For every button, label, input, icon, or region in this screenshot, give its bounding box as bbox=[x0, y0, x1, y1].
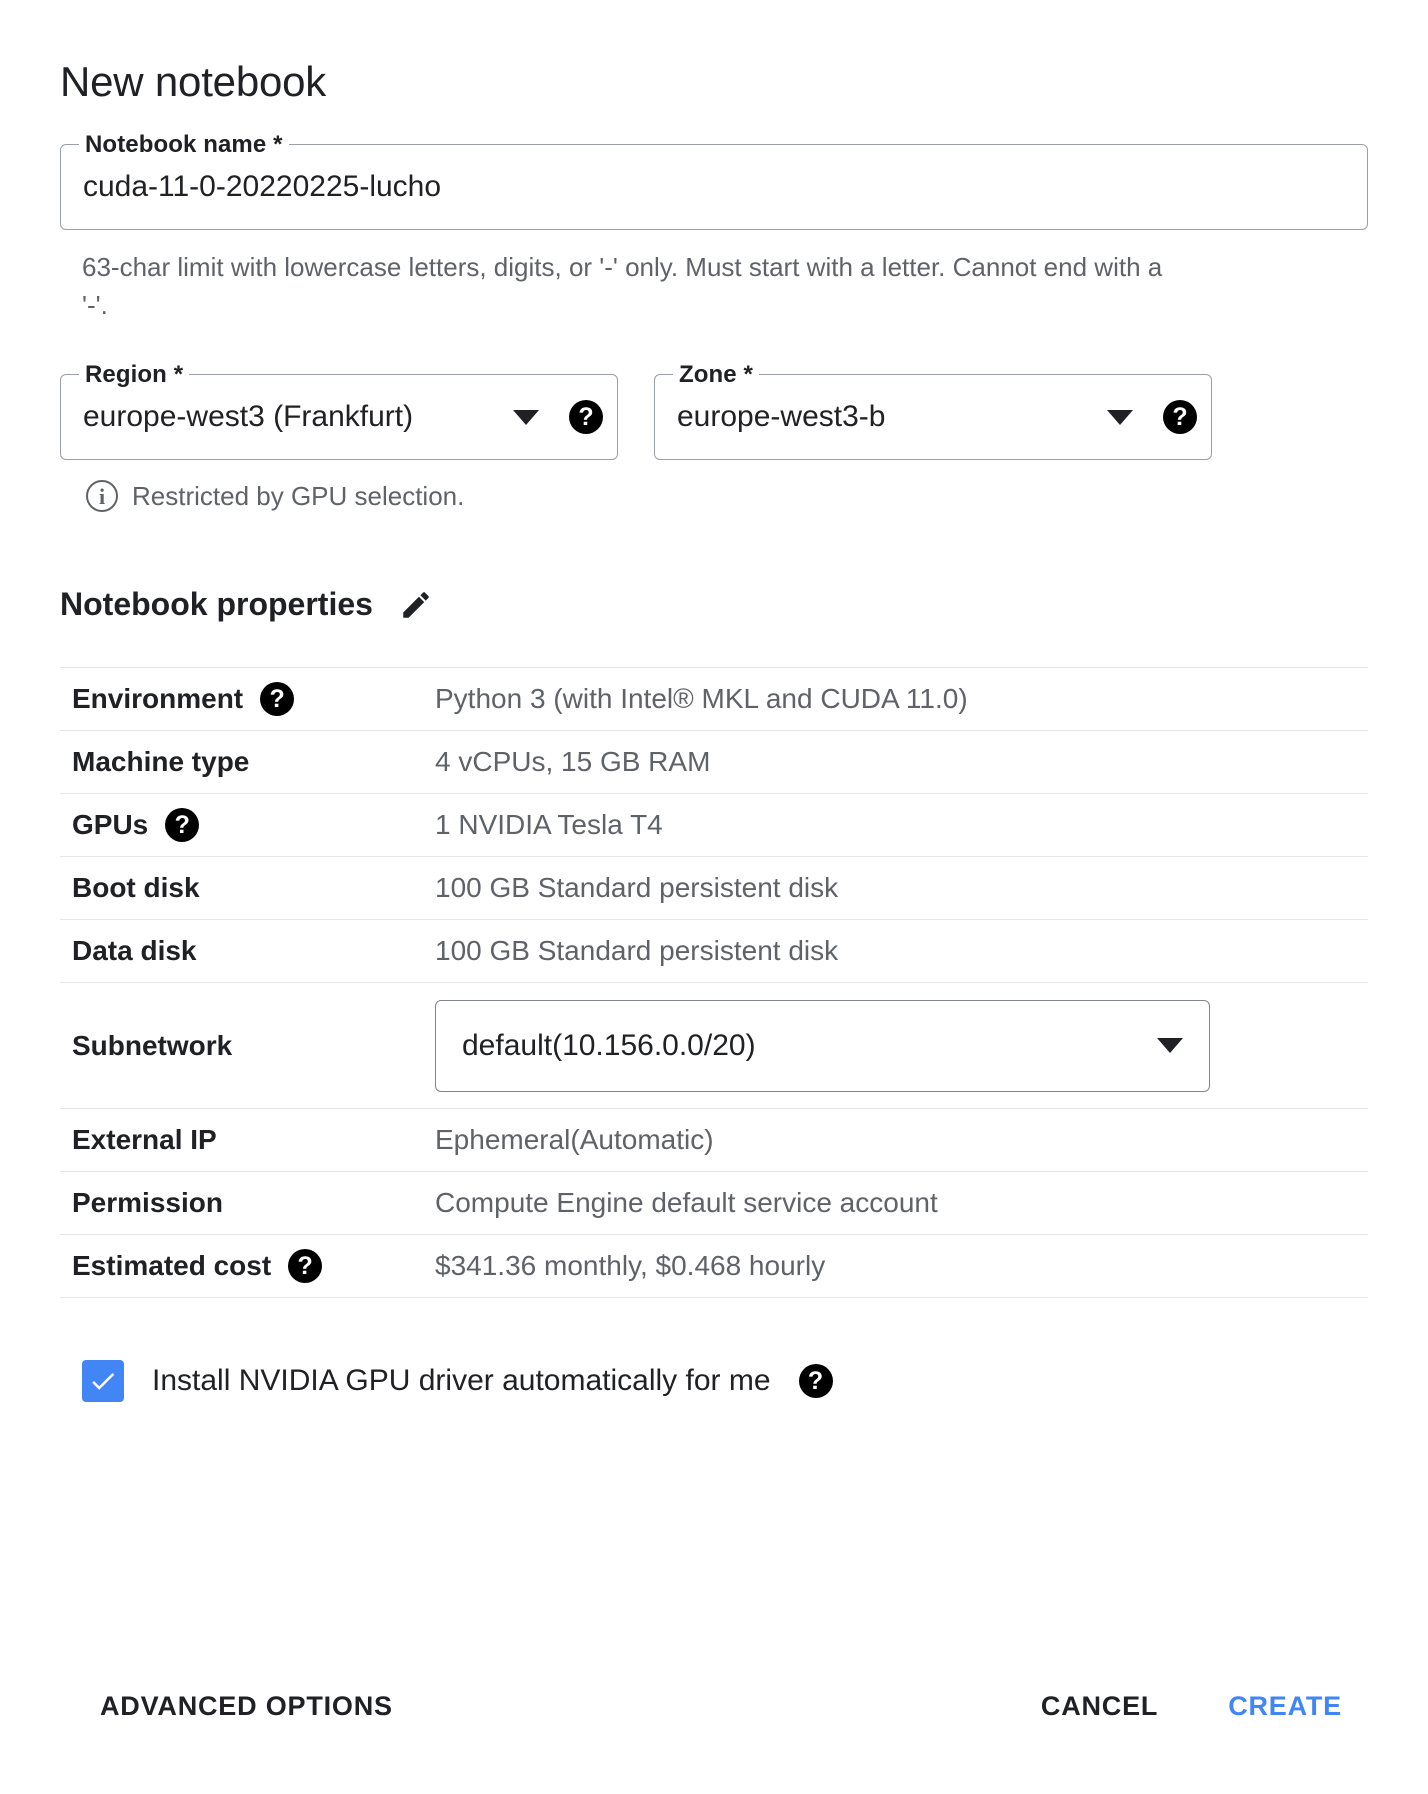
property-label-text: Data disk bbox=[72, 935, 197, 966]
pencil-icon[interactable] bbox=[399, 588, 433, 622]
property-value: Ephemeral(Automatic) bbox=[435, 1124, 714, 1155]
help-icon[interactable]: ? bbox=[1163, 400, 1197, 434]
property-label-text: Subnetwork bbox=[72, 1029, 233, 1061]
page-title: New notebook bbox=[60, 58, 327, 105]
chevron-down-icon[interactable] bbox=[513, 409, 539, 425]
property-value: Compute Engine default service account bbox=[435, 1187, 938, 1218]
chevron-down-icon[interactable] bbox=[1157, 1038, 1183, 1053]
table-row: Estimated cost ? $341.36 monthly, $0.468… bbox=[60, 1235, 1368, 1298]
table-row: Data disk 100 GB Standard persistent dis… bbox=[60, 920, 1368, 983]
property-value: 100 GB Standard persistent disk bbox=[435, 935, 839, 966]
help-icon[interactable]: ? bbox=[288, 1249, 323, 1283]
region-value: europe-west3 (Frankfurt) bbox=[83, 400, 414, 433]
notebook-name-input[interactable]: cuda-11-0-20220225-lucho bbox=[83, 170, 1345, 204]
zone-group: Zone * europe-west3-b ? bbox=[654, 361, 1212, 460]
help-icon[interactable]: ? bbox=[260, 682, 295, 716]
subnetwork-value: default(10.156.0.0/20) bbox=[462, 1028, 756, 1062]
table-row: Environment ? Python 3 (with Intel® MKL … bbox=[60, 668, 1368, 731]
property-label: Data disk bbox=[60, 935, 435, 967]
dialog-footer: ADVANCED OPTIONS CANCEL CREATE bbox=[60, 1677, 1368, 1736]
property-value: 4 vCPUs, 15 GB RAM bbox=[435, 746, 711, 777]
table-row-subnetwork: Subnetwork default(10.156.0.0/20) bbox=[60, 983, 1368, 1109]
help-icon[interactable]: ? bbox=[165, 808, 200, 842]
table-row: Boot disk 100 GB Standard persistent dis… bbox=[60, 857, 1368, 920]
subnetwork-select[interactable]: default(10.156.0.0/20) bbox=[435, 999, 1210, 1092]
property-value: $341.36 monthly, $0.468 hourly bbox=[435, 1250, 826, 1281]
notebook-name-group: Notebook name * cuda-11-0-20220225-lucho… bbox=[60, 131, 1368, 324]
create-button[interactable]: CREATE bbox=[1210, 1677, 1360, 1736]
property-label-text: Environment bbox=[72, 683, 244, 714]
property-label-text: Machine type bbox=[72, 746, 250, 777]
notebook-name-field[interactable]: Notebook name * cuda-11-0-20220225-lucho bbox=[60, 131, 1368, 230]
property-value: Python 3 (with Intel® MKL and CUDA 11.0) bbox=[435, 683, 968, 714]
notebook-properties-header: Notebook properties bbox=[60, 586, 1368, 623]
table-row: Machine type 4 vCPUs, 15 GB RAM bbox=[60, 731, 1368, 794]
subnetwork-label: Subnetwork bbox=[60, 1030, 435, 1062]
notebook-name-label: Notebook name * bbox=[79, 131, 289, 159]
notebook-properties-title: Notebook properties bbox=[60, 586, 373, 622]
property-label: External IP bbox=[60, 1124, 435, 1156]
install-gpu-driver-label: Install NVIDIA GPU driver automatically … bbox=[152, 1364, 771, 1397]
property-value: 100 GB Standard persistent disk bbox=[435, 872, 839, 903]
property-label-text: Boot disk bbox=[72, 872, 200, 903]
property-label: Estimated cost ? bbox=[60, 1249, 435, 1283]
gpu-driver-row: Install NVIDIA GPU driver automatically … bbox=[60, 1360, 1368, 1402]
notebook-properties-table: Environment ? Python 3 (with Intel® MKL … bbox=[60, 667, 1368, 1298]
table-row: GPUs ? 1 NVIDIA Tesla T4 bbox=[60, 794, 1368, 857]
region-zone-row: Region * europe-west3 (Frankfurt) ? Zone… bbox=[60, 361, 1368, 460]
check-icon bbox=[92, 1373, 115, 1390]
notebook-name-helper-text: 63-char limit with lowercase letters, di… bbox=[82, 252, 1163, 320]
restricted-note-text: Restricted by GPU selection. bbox=[132, 480, 465, 511]
zone-value: europe-west3-b bbox=[677, 400, 886, 433]
region-select[interactable]: Region * europe-west3 (Frankfurt) ? bbox=[60, 361, 618, 460]
property-label: Boot disk bbox=[60, 872, 435, 904]
property-label-text: Permission bbox=[72, 1187, 223, 1218]
property-value: 1 NVIDIA Tesla T4 bbox=[435, 809, 663, 840]
table-row: Permission Compute Engine default servic… bbox=[60, 1172, 1368, 1235]
cancel-button[interactable]: CANCEL bbox=[1023, 1677, 1176, 1736]
region-group: Region * europe-west3 (Frankfurt) ? bbox=[60, 361, 618, 460]
info-icon: i bbox=[86, 480, 118, 512]
region-label: Region * bbox=[79, 361, 190, 389]
property-label: Machine type bbox=[60, 746, 435, 778]
property-label-text: GPUs bbox=[72, 809, 149, 840]
zone-select[interactable]: Zone * europe-west3-b ? bbox=[654, 361, 1212, 460]
help-icon[interactable]: ? bbox=[569, 400, 603, 434]
install-gpu-driver-checkbox[interactable] bbox=[82, 1360, 124, 1402]
property-label-text: Estimated cost bbox=[72, 1250, 272, 1281]
table-row: External IP Ephemeral(Automatic) bbox=[60, 1109, 1368, 1172]
chevron-down-icon[interactable] bbox=[1107, 409, 1133, 425]
zone-label: Zone * bbox=[673, 361, 759, 389]
advanced-options-button[interactable]: ADVANCED OPTIONS bbox=[82, 1677, 411, 1736]
restricted-by-gpu-note: i Restricted by GPU selection. bbox=[60, 480, 1368, 512]
new-notebook-dialog: New notebook Notebook name * cuda-11-0-2… bbox=[0, 0, 1428, 1794]
property-label-text: External IP bbox=[72, 1124, 217, 1155]
help-icon[interactable]: ? bbox=[798, 1364, 833, 1398]
property-label: Environment ? bbox=[60, 682, 435, 716]
property-label: Permission bbox=[60, 1187, 435, 1219]
property-label: GPUs ? bbox=[60, 808, 435, 842]
